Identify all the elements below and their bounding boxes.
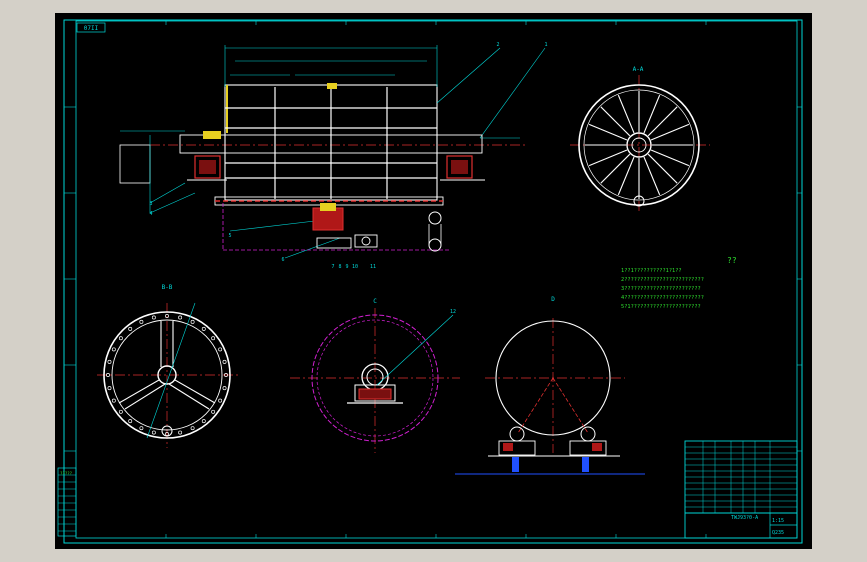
note-1: 1??1??????????1?1?? (621, 268, 682, 274)
title-block: TWJ93?0-A 1:15 Q235 (684, 440, 798, 539)
drawing-number: TWJ93?0-A (731, 515, 758, 521)
section-d: D (455, 296, 645, 475)
balloon-10: 10 (352, 264, 358, 270)
balloon-3: 3 (149, 201, 152, 207)
balloon-9: 9 (345, 264, 348, 270)
technical-notes: ?? 1??1??????????1?1?? 2????????????????… (621, 256, 737, 310)
top-left-tag: 07II (84, 25, 99, 32)
drum-ribs (225, 87, 437, 199)
balloon-7: 7 (331, 264, 334, 270)
top-dimensions (224, 45, 438, 87)
end-view-a: A-A (570, 66, 710, 213)
support-rollers (455, 426, 645, 475)
balloon-1: 1 (544, 42, 547, 48)
balloon-11: 11 (370, 264, 376, 270)
note-5: 5?1?????????????????????? (621, 304, 701, 310)
main-elevation-view (119, 45, 546, 259)
section-b-label: B-B (162, 284, 173, 291)
balloon-5: 5 (228, 233, 231, 239)
cad-drawing: 07II A-A B-B C D ?? 1??1??????????1?1?? … (57, 19, 803, 544)
revision-table: ????? (57, 467, 77, 537)
note-2: 2????????????????????????? (621, 277, 704, 283)
yellow-bolt-left (203, 131, 221, 139)
yellow-bolt-top (327, 83, 337, 89)
left-bearing (187, 155, 227, 181)
left-coupling (119, 144, 151, 184)
notes-title: ?? (727, 256, 737, 265)
support-wheel-right (428, 211, 442, 252)
section-b: B-B (97, 284, 240, 448)
balloon-4: 4 (149, 211, 152, 217)
balloon-6: 6 (281, 257, 284, 263)
note-4: 4????????????????????????? (621, 295, 704, 301)
drive-unit (312, 203, 378, 249)
drawing-canvas[interactable]: 07II A-A B-B C D ?? 1??1??????????1?1?? … (55, 13, 812, 549)
section-d-label: D (551, 296, 555, 303)
end-view-label: A-A (633, 66, 644, 73)
drawing-scale: 1:15 (772, 518, 784, 524)
drawing-material: Q235 (772, 530, 784, 536)
section-c: C (290, 298, 460, 453)
balloon-2: 2 (496, 42, 499, 48)
balloon-12: 12 (450, 309, 456, 315)
revision-label: ????? (60, 471, 73, 476)
balloon-8: 8 (338, 264, 341, 270)
note-3: 3???????????????????????? (621, 286, 701, 292)
section-c-label: C (373, 298, 377, 305)
right-bearing (440, 155, 485, 181)
